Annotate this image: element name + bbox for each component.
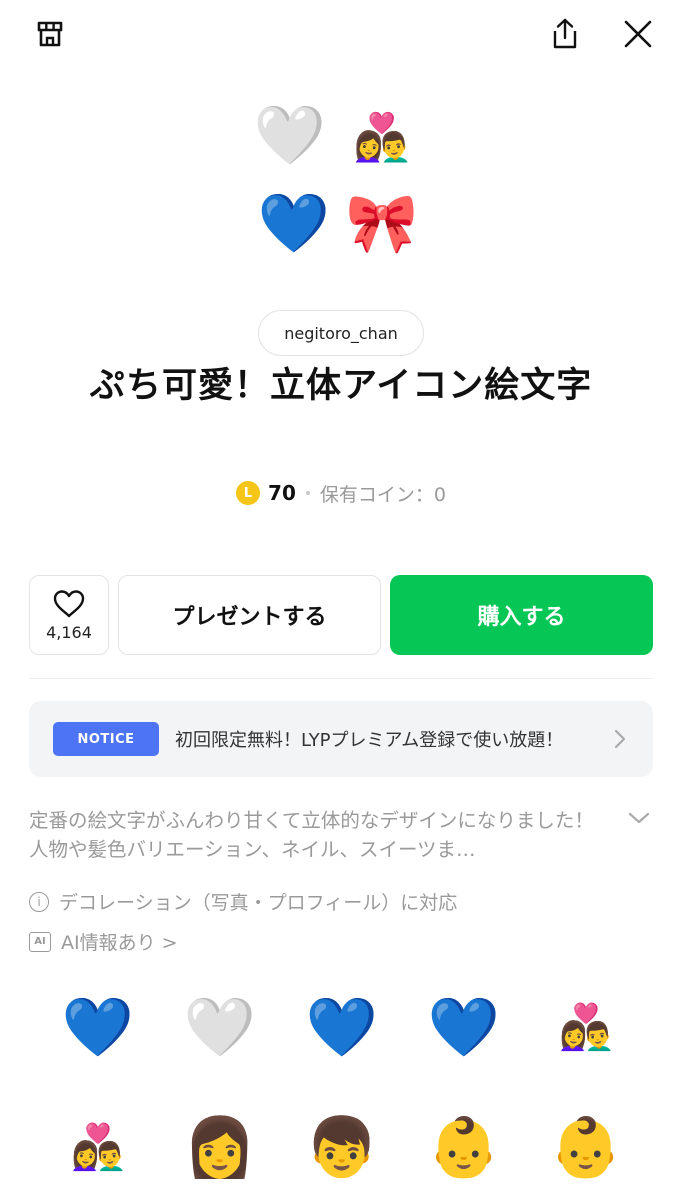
top-bar xyxy=(0,0,682,70)
share-icon[interactable] xyxy=(545,14,585,54)
close-icon[interactable] xyxy=(618,14,658,54)
preview-emoji: 💙 xyxy=(257,189,331,257)
emoji-grid: 💙 🤍 💙 💙 👩‍❤️‍👨 👩‍❤️‍👨 👩 👦 👶 👶 xyxy=(37,982,647,1200)
preview-emoji: 👩‍❤️‍👨 xyxy=(353,110,411,164)
price-row: L 70 保有コイン：0 xyxy=(0,478,682,508)
preview-emoji: 🎀 xyxy=(345,189,419,257)
page-title: ぷち可愛！立体アイコン絵文字 xyxy=(89,366,593,406)
emoji-item[interactable]: 👩 xyxy=(159,1102,281,1192)
emoji-item[interactable]: 👦 xyxy=(281,1102,403,1192)
decoration-info: i デコレーション（写真・プロフィール）に対応 xyxy=(29,888,457,915)
preview-emoji: 🤍 xyxy=(253,101,327,169)
chevron-down-icon[interactable] xyxy=(626,810,652,826)
owned-coins: 保有コイン：0 xyxy=(319,483,446,506)
emoji-item[interactable]: 👶 xyxy=(525,1102,647,1192)
emoji-item[interactable]: 💙 xyxy=(281,982,403,1072)
notice-banner[interactable]: NOTICE 初回限定無料！LYPプレミアム登録で使い放題！ xyxy=(29,701,653,777)
grid-row: 💙 🤍 💙 💙 👩‍❤️‍👨 xyxy=(37,982,647,1102)
heart-icon xyxy=(53,589,85,617)
author-link[interactable]: negitoro_chan xyxy=(258,310,424,356)
like-button[interactable]: 4,164 xyxy=(29,575,109,655)
price: 70 xyxy=(268,481,296,505)
info-icon: i xyxy=(29,891,49,912)
line-coin-icon: L xyxy=(236,481,261,505)
emoji-preview: 🤍 👩‍❤️‍👨 💙 🎀 xyxy=(250,100,440,270)
present-button[interactable]: プレゼントする xyxy=(118,575,381,655)
shop-icon[interactable] xyxy=(30,14,70,54)
grid-row: 👩‍❤️‍👨 👩 👦 👶 👶 xyxy=(37,1102,647,1200)
emoji-item[interactable]: 💙 xyxy=(403,982,525,1072)
emoji-item[interactable]: 👩‍❤️‍👨 xyxy=(37,1102,159,1192)
separator-dot xyxy=(305,491,310,495)
ai-info-link[interactable]: AI AI情報あり > xyxy=(29,928,178,955)
divider xyxy=(29,678,653,679)
ai-info-label: AI情報あり > xyxy=(61,932,178,954)
chevron-right-icon xyxy=(614,729,626,749)
like-count: 4,164 xyxy=(46,622,92,642)
decoration-label: デコレーション（写真・プロフィール）に対応 xyxy=(59,892,458,914)
emoji-item[interactable]: 👶 xyxy=(403,1102,525,1192)
emoji-item[interactable]: 💙 xyxy=(37,982,159,1072)
ai-icon: AI xyxy=(29,931,51,952)
emoji-item[interactable]: 👩‍❤️‍👨 xyxy=(525,982,647,1072)
notice-text: 初回限定無料！LYPプレミアム登録で使い放題！ xyxy=(175,730,564,751)
notice-badge: NOTICE xyxy=(53,722,159,756)
emoji-item[interactable]: 🤍 xyxy=(159,982,281,1072)
description-text: 定番の絵文字がふんわり甘くて立体的なデザインになりました！人物や髪色バリエーショ… xyxy=(29,809,594,861)
buy-button[interactable]: 購入する xyxy=(390,575,653,655)
